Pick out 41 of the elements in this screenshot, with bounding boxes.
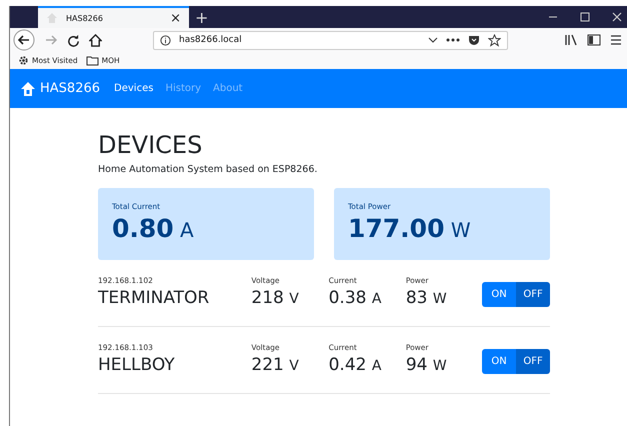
house-icon [20, 80, 36, 96]
close-tab-button[interactable]: × [170, 10, 181, 26]
nav-link[interactable]: Devices [114, 83, 154, 94]
address-bar[interactable]: has8266.local [153, 30, 508, 50]
menu-icon[interactable] [610, 34, 622, 46]
chevron-down-icon[interactable] [428, 35, 438, 45]
maximize-icon[interactable] [580, 12, 590, 22]
info-icon [160, 34, 171, 46]
toggle-button[interactable]: ON [482, 349, 516, 374]
more-icon[interactable] [446, 38, 460, 42]
folder-icon [86, 55, 99, 66]
house-icon [46, 12, 58, 24]
tab-title: HAS8266 [66, 14, 104, 22]
close-icon[interactable] [612, 12, 622, 22]
metric-value: 94 W [406, 355, 448, 375]
metric-value: 0.42 A [328, 355, 382, 375]
gear-icon [18, 55, 29, 66]
card-value: 0.80 A [112, 214, 195, 243]
reload-icon[interactable] [67, 34, 80, 46]
page-title: DEVICES [98, 130, 204, 160]
library-icon[interactable] [564, 34, 578, 46]
device-name: TERMINATOR [98, 288, 210, 308]
metric-value: 218 V [251, 288, 300, 308]
toggle-button[interactable]: ON [482, 282, 516, 307]
brand-link[interactable]: HAS8266 [20, 80, 100, 96]
star-icon[interactable] [488, 34, 501, 46]
toggle-button[interactable]: OFF [516, 282, 550, 307]
home-icon[interactable] [89, 34, 102, 46]
new-tab-button[interactable]: + [195, 8, 208, 26]
metric-value: 0.38 A [328, 288, 382, 308]
sidebar-icon[interactable] [587, 34, 601, 46]
metric-value: 221 V [251, 355, 300, 375]
toggle-button[interactable]: OFF [516, 349, 550, 374]
pocket-icon[interactable] [468, 34, 480, 46]
card-value: 177.00 W [348, 214, 472, 243]
metric-value: 83 W [406, 288, 448, 308]
browser-tab[interactable]: HAS8266 × [38, 6, 189, 28]
page-subtitle: Home Automation System based on ESP8266. [98, 164, 318, 175]
url-text: has8266.local [179, 35, 242, 45]
back-icon[interactable] [13, 29, 35, 51]
device-name: HELLBOY [98, 355, 176, 375]
